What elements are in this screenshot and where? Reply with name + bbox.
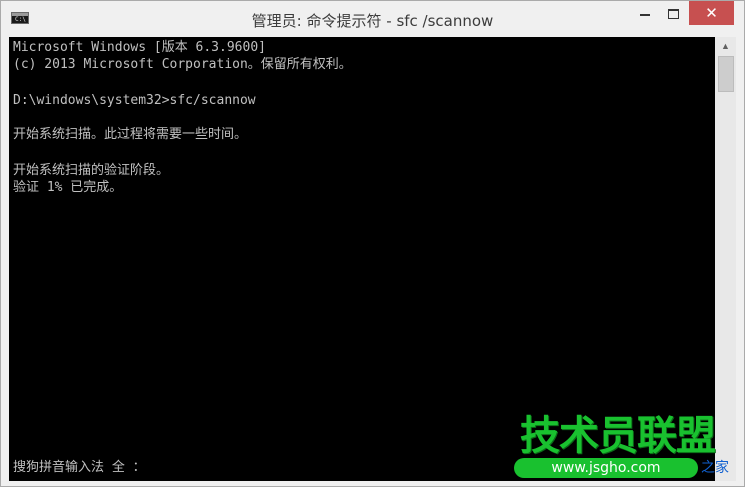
console-line-command: D:\windows\system32>sfc/scannow: [13, 93, 256, 108]
maximize-button[interactable]: [659, 1, 687, 27]
scroll-up-arrow-icon[interactable]: ▲: [715, 37, 736, 55]
console-line-scan-start: 开始系统扫描。此过程将需要一些时间。: [13, 127, 248, 142]
close-icon: ✕: [705, 4, 718, 22]
console-line-verify-phase: 开始系统扫描的验证阶段。: [13, 163, 170, 178]
watermark-url: www.jsgho.com: [514, 458, 698, 478]
scroll-thumb[interactable]: [718, 56, 734, 92]
console-line-copyright: (c) 2013 Microsoft Corporation。保留所有权利。: [13, 57, 352, 72]
ime-status-bar: 搜狗拼音输入法 全 ：: [13, 460, 146, 475]
watermark-brand: 技术员联盟: [520, 413, 716, 459]
site-watermark: 技术员联盟 www.jsgho.com 之家: [514, 412, 740, 482]
minimize-button[interactable]: [631, 1, 659, 27]
console-line-progress: 验证 1% 已完成。: [13, 180, 123, 195]
title-bar[interactable]: C:\ 管理员: 命令提示符 - sfc /scannow ✕: [1, 1, 744, 37]
watermark-tail: 之家: [701, 460, 729, 476]
console-line-version: Microsoft Windows [版本 6.3.9600]: [13, 40, 266, 55]
close-button[interactable]: ✕: [689, 1, 734, 25]
